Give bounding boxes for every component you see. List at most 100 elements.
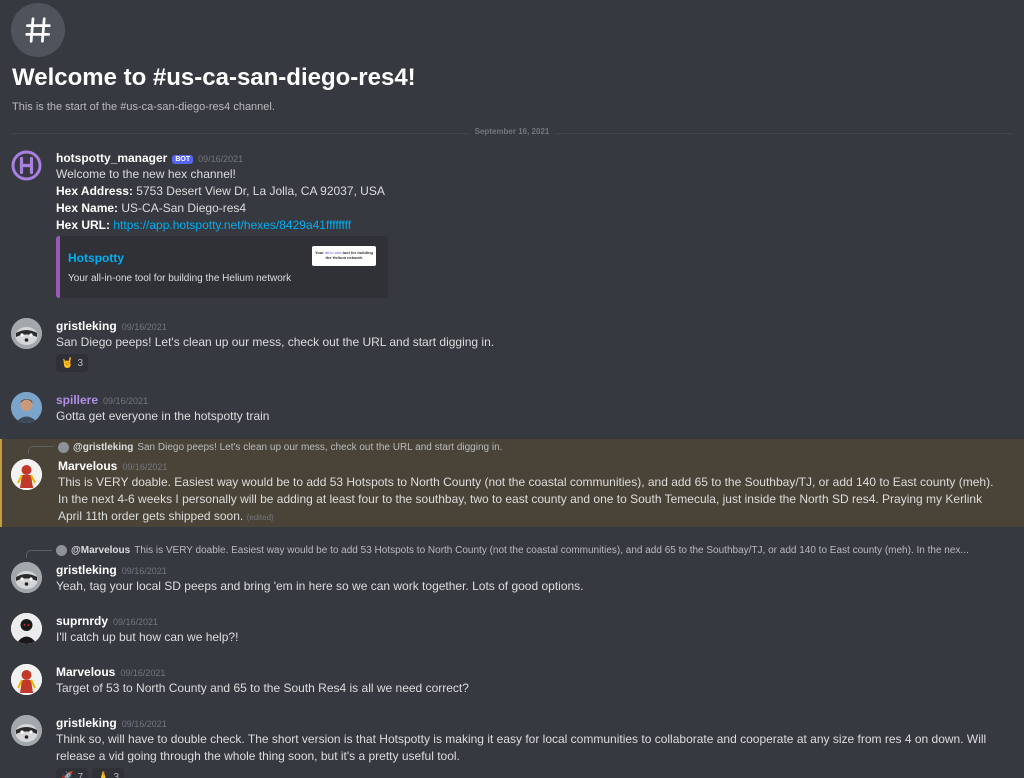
message-content: Target of 53 to North County and 65 to t… [56, 681, 469, 695]
reply-reference[interactable]: @gristleking San Diego peeps! Let's clea… [58, 442, 994, 453]
avatar-gristleking[interactable] [11, 715, 42, 746]
timestamp: 09/16/2021 [113, 617, 159, 627]
reply-reference[interactable]: @Marvelous This is VERY doable. Easiest … [56, 545, 994, 556]
date-divider-label: September 16, 2021 [468, 127, 556, 136]
thumb-text-prefix: Your [315, 250, 325, 255]
message-content: Think so, will have to double check. The… [56, 732, 987, 763]
message-header: Marvelous 09/16/2021 [56, 665, 165, 679]
message-content: Gotta get everyone in the hotspotty trai… [56, 409, 270, 423]
message-line-text: In the next 4-6 weeks I personally will … [58, 492, 983, 523]
reaction-count: 3 [77, 357, 84, 369]
rocket-icon: 🚀 [61, 771, 74, 778]
person-avatar-icon [11, 392, 42, 423]
avatar-gristleking[interactable] [11, 562, 42, 593]
message-item: spillere 09/16/2021 Gotta get everyone i… [0, 392, 1024, 432]
avatar-spillere[interactable] [11, 392, 42, 423]
rock-hand-icon: 🤘 [61, 357, 74, 369]
message-line: This is VERY doable. Easiest way would b… [58, 475, 994, 489]
hex-url-label: Hex URL: [56, 218, 111, 232]
reaction-count: 3 [113, 771, 120, 778]
hex-url-link[interactable]: https://app.hotspotty.net/hexes/8429a41f… [113, 218, 351, 232]
timestamp: 09/16/2021 [121, 566, 167, 576]
welcome-subtitle: This is the start of the #us-ca-san-dieg… [12, 101, 275, 113]
hex-name-value: US-CA-San Diego-res4 [121, 201, 247, 215]
timestamp: 09/16/2021 [121, 322, 167, 332]
avatar-hotspotty[interactable] [11, 150, 42, 181]
message-header: spillere 09/16/2021 [56, 393, 148, 407]
hash-icon [25, 17, 51, 43]
message-item: Marvelous 09/16/2021 Target of 53 to Nor… [0, 664, 1024, 704]
reply-spine [26, 550, 52, 558]
username[interactable]: gristleking [56, 319, 117, 333]
message-content: Welcome to the new hex channel! Hex Addr… [56, 166, 1004, 234]
pray-icon: 🙏 [97, 771, 110, 778]
channel-hash-icon [11, 3, 65, 57]
reply-snippet: San Diego peeps! Let's clean up our mess… [137, 442, 503, 453]
message-item: gristleking 09/16/2021 Think so, will ha… [0, 715, 1024, 778]
reply-username: @gristleking [73, 442, 134, 453]
reply-avatar [56, 545, 67, 556]
username[interactable]: Marvelous [56, 665, 115, 679]
avatar-marvelous[interactable] [11, 459, 42, 490]
welcome-title: Welcome to #us-ca-san-diego-res4! [12, 64, 416, 91]
username[interactable]: spillere [56, 393, 98, 407]
reaction-button[interactable]: 🚀 7 [56, 768, 89, 778]
timestamp: 09/16/2021 [122, 462, 168, 472]
message-content: This is VERY doable. Easiest way would b… [58, 474, 1004, 526]
embed-title-link[interactable]: Hotspotty [68, 251, 124, 265]
reaction-button[interactable]: 🙏 3 [92, 768, 125, 778]
message-header: gristleking 09/16/2021 [56, 716, 167, 730]
message-header: hotspotty_manager BOT 09/16/2021 [56, 151, 243, 165]
hex-name-label: Hex Name: [56, 201, 119, 215]
timestamp: 09/16/2021 [120, 668, 166, 678]
hex-url-line: Hex URL: https://app.hotspotty.net/hexes… [56, 217, 1004, 234]
hex-address-line: Hex Address: 5753 Desert View Dr, La Jol… [56, 183, 1004, 200]
username[interactable]: gristleking [56, 563, 117, 577]
username[interactable]: Marvelous [58, 459, 117, 473]
message-item-highlighted: @gristleking San Diego peeps! Let's clea… [0, 439, 1024, 527]
hex-name-line: Hex Name: US-CA-San Diego-res4 [56, 200, 1004, 217]
username[interactable]: gristleking [56, 716, 117, 730]
bot-badge: BOT [172, 155, 194, 164]
hero-avatar-icon [11, 459, 42, 490]
message-header: gristleking 09/16/2021 [56, 563, 167, 577]
raccoon-avatar-icon [11, 318, 42, 349]
message-header: suprnrdy 09/16/2021 [56, 614, 158, 628]
reply-username: @Marvelous [71, 545, 131, 556]
message-content: I'll catch up but how can we help?! [56, 630, 239, 644]
avatar-marvelous[interactable] [11, 664, 42, 695]
message-line: In the next 4-6 weeks I personally will … [58, 491, 1004, 526]
link-embed: Hotspotty Your all-in-one tool for build… [56, 236, 388, 298]
reply-avatar [58, 442, 69, 453]
date-divider: September 16, 2021 [12, 127, 1012, 136]
edited-marker: (edited) [246, 513, 274, 522]
embed-thumbnail[interactable]: Your all-in-one tool for building the He… [312, 246, 376, 266]
reply-snippet: This is VERY doable. Easiest way would b… [134, 545, 969, 556]
embed-description: Your all-in-one tool for building the He… [68, 273, 292, 284]
message-content: San Diego peeps! Let's clean up our mess… [56, 335, 495, 349]
raccoon-avatar-icon [11, 562, 42, 593]
reaction-button[interactable]: 🤘 3 [56, 354, 89, 372]
hex-address-value: 5753 Desert View Dr, La Jolla, CA 92037,… [136, 184, 385, 198]
raccoon-avatar-icon [11, 715, 42, 746]
hex-address-label: Hex Address: [56, 184, 133, 198]
message-header: gristleking 09/16/2021 [56, 319, 167, 333]
message-content: Yeah, tag your local SD peeps and bring … [56, 579, 584, 593]
avatar-suprnrdy[interactable] [11, 613, 42, 644]
timestamp: 09/16/2021 [198, 154, 244, 164]
person-avatar-icon [11, 613, 42, 644]
reaction-count: 7 [77, 771, 84, 778]
avatar-gristleking[interactable] [11, 318, 42, 349]
reply-spine [28, 446, 54, 454]
timestamp: 09/16/2021 [103, 396, 149, 406]
username[interactable]: hotspotty_manager [56, 151, 167, 165]
message-line: Welcome to the new hex channel! [56, 167, 236, 181]
hotspotty-logo-icon [11, 150, 42, 181]
message-item: @Marvelous This is VERY doable. Easiest … [0, 543, 1024, 599]
timestamp: 09/16/2021 [121, 719, 167, 729]
hero-avatar-icon [11, 664, 42, 695]
message-header: Marvelous 09/16/2021 [58, 459, 167, 473]
message-item: suprnrdy 09/16/2021 I'll catch up but ho… [0, 613, 1024, 653]
username[interactable]: suprnrdy [56, 614, 108, 628]
message-item: gristleking 09/16/2021 San Diego peeps! … [0, 318, 1024, 374]
